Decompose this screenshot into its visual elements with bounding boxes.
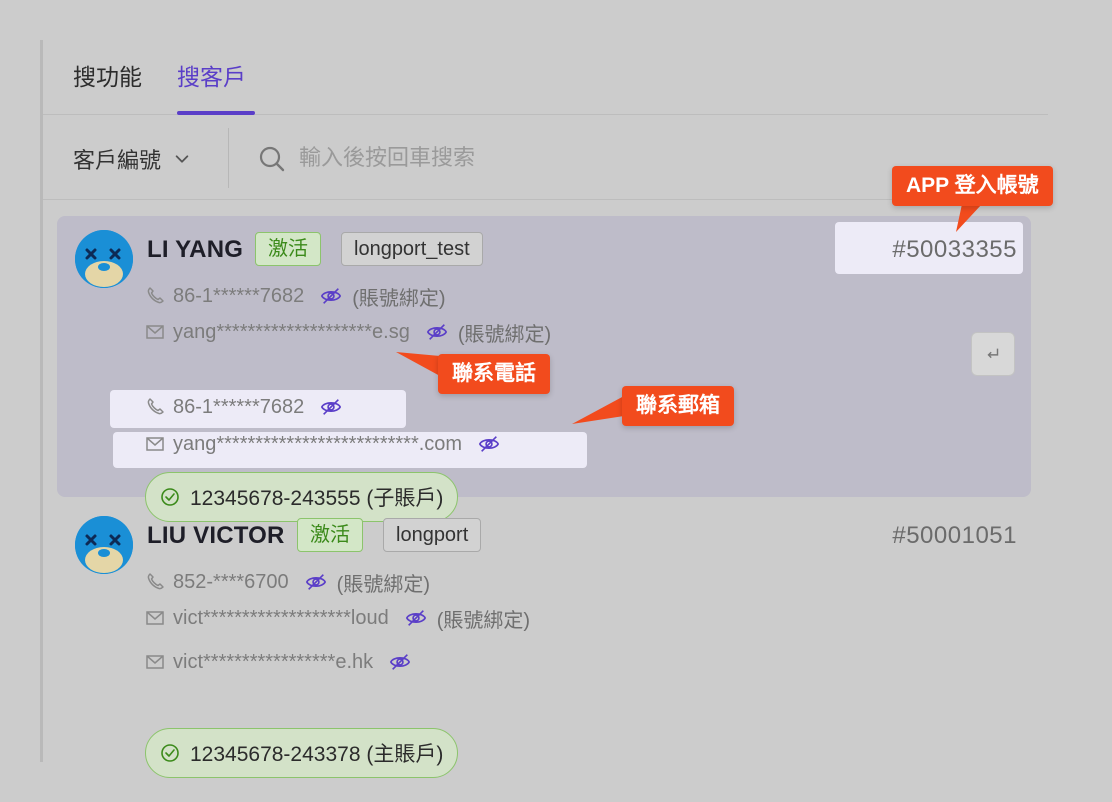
search-field-label: 客戶編號 [73, 148, 162, 173]
avatar-icon [75, 516, 133, 574]
search-field-select[interactable]: 客戶編號 [73, 143, 191, 175]
search-icon [259, 146, 285, 172]
account-badge[interactable]: 12345678-243378 (主賬戶) [145, 728, 459, 778]
callout-contact-email: 聯系郵箱 [622, 386, 734, 426]
account-number: 12345678-243378 (主賬戶) [190, 743, 444, 766]
tab-search-functions[interactable]: 搜功能 [73, 58, 142, 92]
contact-email: yang**************************.com [173, 432, 463, 455]
phone-icon [147, 398, 164, 415]
chevron-down-icon [175, 155, 189, 163]
callout-contact-phone: 聯系電話 [438, 354, 550, 394]
customer-id: #50001051 [892, 522, 1017, 549]
tag-badge: longport_test [341, 232, 483, 266]
account-email: vict*******************loud [173, 606, 389, 629]
binding-note: (賬號綁定) [336, 573, 430, 596]
enter-button[interactable] [971, 332, 1015, 376]
customer-name: LIU VICTOR [147, 522, 285, 549]
avatar [75, 516, 133, 574]
phone-icon [147, 573, 164, 590]
tag-badge: longport [383, 518, 482, 552]
phone-icon [147, 287, 164, 304]
callout-app-login: APP 登入帳號 [892, 166, 1053, 206]
check-circle-icon [161, 744, 179, 762]
eye-slash-icon[interactable] [305, 571, 327, 593]
active-tab-indicator [177, 111, 255, 115]
eye-slash-icon[interactable] [426, 321, 448, 343]
status-badge: 激活 [255, 232, 321, 266]
status-badge: 激活 [297, 518, 363, 552]
customer-result-card[interactable]: LIU VICTOR 激活 longport #50001051 852-***… [57, 502, 1031, 778]
eye-slash-icon[interactable] [320, 396, 342, 418]
contact-phone: 86-1******7682 [173, 395, 305, 418]
tab-bar: 搜功能 搜客戶 [43, 40, 1048, 115]
binding-note: (賬號綁定) [436, 609, 531, 632]
mail-icon [146, 655, 164, 669]
eye-slash-icon[interactable] [389, 651, 411, 673]
customer-id: #50033355 [892, 236, 1017, 263]
contact-email-row: yang**************************.com [145, 429, 500, 459]
account-phone: 852-****6700 [173, 570, 289, 593]
eye-slash-icon[interactable] [320, 285, 342, 307]
account-email-row: vict*******************loud (賬號綁定) [145, 603, 530, 633]
search-input[interactable] [299, 140, 899, 176]
contact-email-row: vict*****************e.hk [145, 647, 411, 677]
account-phone-row: 86-1******7682 (賬號綁定) [145, 281, 446, 311]
account-email-row: yang********************e.sg (賬號綁定) [145, 317, 551, 347]
avatar [75, 230, 133, 288]
mail-icon [146, 325, 164, 339]
account-phone: 86-1******7682 [173, 284, 305, 307]
eye-slash-icon[interactable] [405, 607, 427, 629]
tab-search-customers[interactable]: 搜客戶 [177, 58, 246, 92]
mail-icon [146, 611, 164, 625]
contact-phone-row: 86-1******7682 [145, 392, 342, 422]
binding-note: (賬號綁定) [352, 287, 446, 310]
binding-note: (賬號綁定) [457, 323, 552, 346]
contact-email: vict*****************e.hk [173, 650, 374, 673]
mail-icon [146, 437, 164, 451]
account-email: yang********************e.sg [173, 320, 410, 343]
avatar-icon [75, 230, 133, 288]
search-panel: 搜功能 搜客戶 客戶編號 LI YANG 激活 longport_test #5… [40, 40, 1050, 778]
enter-icon [987, 348, 999, 359]
account-phone-row: 852-****6700 (賬號綁定) [145, 567, 430, 597]
divider [228, 128, 229, 188]
customer-name: LI YANG [147, 236, 244, 263]
eye-slash-icon[interactable] [478, 433, 500, 455]
